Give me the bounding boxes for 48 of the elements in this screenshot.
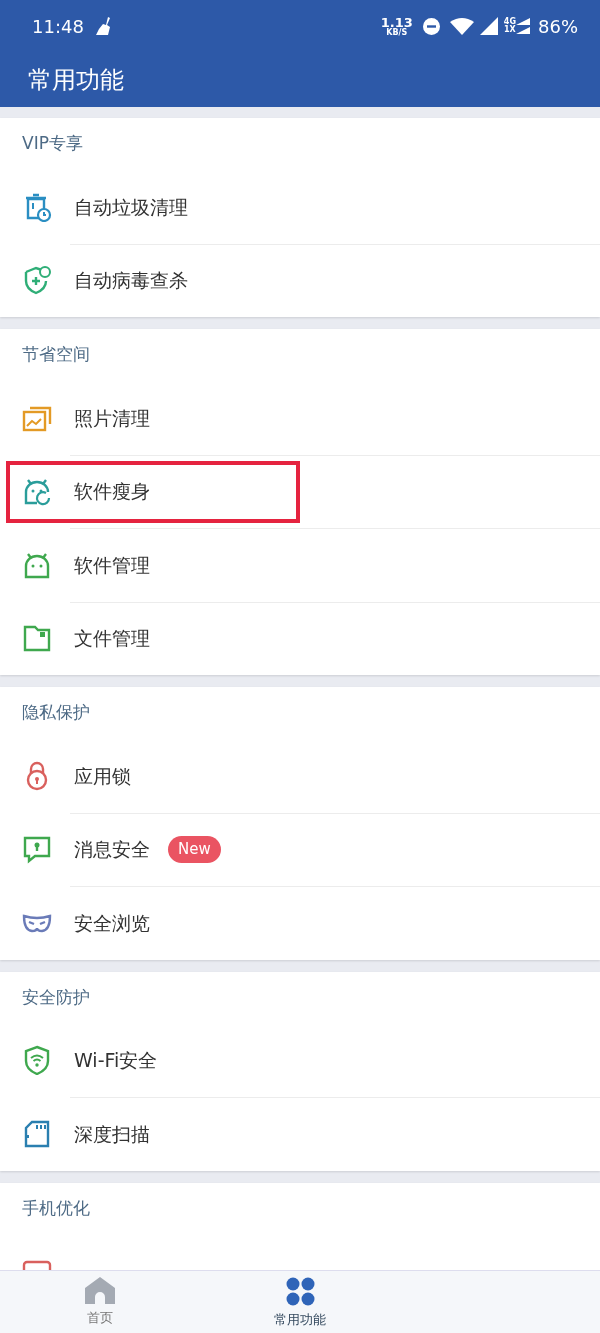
list-item[interactable]: Wi-Fi安全 xyxy=(0,1023,600,1097)
list-item[interactable]: 自动垃圾清理 xyxy=(0,170,600,244)
item-label: 照片清理 xyxy=(74,405,150,431)
folder-icon xyxy=(22,623,52,654)
item-label: 自动垃圾清理 xyxy=(74,194,188,220)
section-title: 安全防护 xyxy=(21,985,91,1009)
section-title: VIP专享 xyxy=(21,132,84,156)
home-icon xyxy=(85,1277,115,1304)
section-title: 手机优化 xyxy=(21,1196,91,1220)
list-item[interactable]: 自动病毒查杀 xyxy=(0,243,600,317)
list-item[interactable]: 软件瘦身 xyxy=(0,454,600,528)
item-label: 自动病毒查杀 xyxy=(74,268,188,293)
new-badge: New xyxy=(168,836,221,863)
clock-text: 11:48 xyxy=(32,14,84,39)
message-lock-icon xyxy=(22,834,52,865)
nav-tab-label: 首页 xyxy=(87,1309,113,1327)
list-item[interactable]: 深度扫描 xyxy=(0,1097,600,1171)
item-label: 文件管理 xyxy=(74,626,150,651)
item-label: 软件管理 xyxy=(74,552,150,578)
list-item[interactable]: 照片清理 xyxy=(0,381,600,455)
network-speed: 1.13 KB/S xyxy=(380,15,413,37)
nav-tab-label: 常用功能 xyxy=(274,1311,326,1329)
item-label: Wi-Fi安全 xyxy=(74,1048,158,1073)
item-label: 消息安全 xyxy=(74,837,150,862)
section-title: 节省空间 xyxy=(21,343,91,367)
signal-icon xyxy=(516,18,530,34)
item-label: 安全浏览 xyxy=(74,910,150,936)
list-item[interactable]: 文件管理 xyxy=(0,601,600,675)
nav-tab[interactable]: 首页 xyxy=(0,1271,200,1333)
sd-card-icon xyxy=(22,1118,52,1149)
item-label: 深度扫描 xyxy=(74,1121,150,1147)
signal-icon xyxy=(479,17,498,35)
do-not-disturb-icon xyxy=(422,17,440,35)
item-label: 软件瘦身 xyxy=(74,479,150,504)
battery-text: 86% xyxy=(538,14,578,39)
item-label: 应用锁 xyxy=(74,763,131,789)
section-title: 隐私保护 xyxy=(21,701,91,725)
screen-title: 常用功能 xyxy=(28,64,124,96)
list-item[interactable]: 消息安全 New xyxy=(0,812,600,886)
wifi-icon xyxy=(449,17,474,35)
shield-plus-icon xyxy=(22,265,52,296)
shield-wifi-icon xyxy=(22,1045,52,1076)
list-item[interactable]: 软件管理 xyxy=(0,528,600,602)
list-item[interactable]: 应用锁 xyxy=(0,739,600,813)
network-type: 4G 1X xyxy=(503,18,516,34)
list-item[interactable]: 安全浏览 xyxy=(0,886,600,960)
nav-tab[interactable]: 常用功能 xyxy=(200,1271,400,1333)
grid-icon xyxy=(285,1277,315,1306)
